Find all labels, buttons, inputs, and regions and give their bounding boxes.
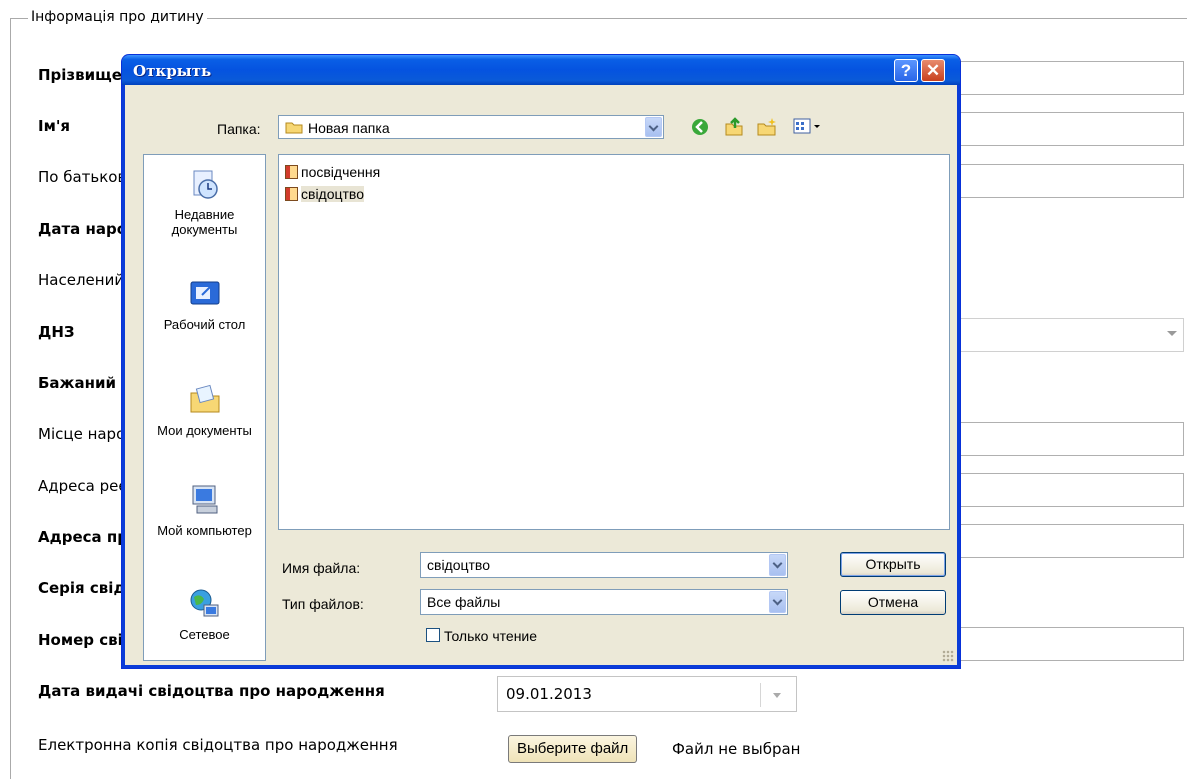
no-file-text: Файл не выбран — [672, 740, 801, 758]
chevron-down-icon[interactable] — [769, 554, 786, 576]
up-folder-icon[interactable] — [723, 116, 745, 138]
divider — [760, 683, 761, 707]
network-icon — [190, 589, 218, 617]
label-surname: Прізвище — [38, 66, 122, 84]
chevron-down-icon[interactable] — [773, 693, 781, 698]
place-my-computer-label: Мой компьютер — [157, 523, 252, 538]
filetype-value: Все файлы — [427, 594, 501, 610]
label-dnz: ДНЗ — [38, 323, 75, 341]
resize-grip[interactable] — [942, 650, 954, 662]
issue-date-input[interactable]: 09.01.2013 — [497, 676, 797, 712]
new-folder-icon[interactable] — [756, 116, 778, 138]
filetype-combo[interactable]: Все файлы — [420, 589, 788, 615]
places-bar: Недавние документы Рабочий стол Мои доку… — [143, 154, 266, 661]
open-file-dialog: Открыть ? ✕ Папка: Новая папка Недавние … — [121, 54, 961, 669]
filename-value: свідоцтво — [427, 557, 490, 573]
file-icon — [285, 187, 298, 201]
label-desired: Бажаний — [38, 374, 116, 392]
back-icon[interactable] — [690, 117, 710, 137]
file-icon — [285, 165, 298, 179]
chevron-down-icon[interactable] — [645, 117, 662, 137]
close-button[interactable]: ✕ — [921, 59, 945, 82]
choose-file-button[interactable]: Выберите файл — [508, 735, 638, 763]
place-desktop[interactable]: Рабочий стол — [144, 277, 265, 332]
file-list[interactable]: посвідчення свідоцтво — [278, 154, 950, 530]
folder-icon — [285, 122, 303, 134]
list-item[interactable]: посвідчення — [285, 163, 380, 181]
place-desktop-label: Рабочий стол — [163, 317, 246, 332]
my-documents-icon — [190, 384, 219, 413]
desktop-icon — [190, 281, 219, 305]
help-button[interactable]: ? — [894, 59, 918, 82]
place-network-label: Сетевое — [179, 627, 230, 642]
chevron-down-icon[interactable] — [769, 591, 786, 613]
place-my-computer[interactable]: Мой компьютер — [144, 483, 265, 538]
label-name: Ім'я — [38, 117, 71, 135]
fieldset-legend: Інформація про дитину — [28, 9, 207, 25]
open-button[interactable]: Открыть — [840, 552, 946, 577]
view-menu-icon[interactable] — [793, 118, 825, 136]
file-name: свідоцтво — [301, 186, 364, 202]
chevron-down-icon — [1167, 331, 1177, 336]
list-item[interactable]: свідоцтво — [285, 185, 364, 203]
folder-value: Новая папка — [308, 120, 390, 136]
readonly-label: Только чтение — [444, 628, 538, 644]
label-electronic-copy: Електронна копія свідоцтва про народженн… — [38, 736, 398, 754]
folder-label: Папка: — [217, 121, 261, 137]
dialog-titlebar[interactable]: Открыть ? ✕ — [122, 55, 960, 85]
label-patronymic: По батькові — [38, 168, 131, 186]
filename-label: Имя файла: — [282, 560, 361, 576]
place-my-documents[interactable]: Мои документы — [144, 383, 265, 438]
file-name: посвідчення — [301, 164, 381, 180]
place-recent-label: Недавние документы — [171, 207, 238, 237]
folder-combo[interactable]: Новая папка — [278, 115, 664, 139]
place-my-documents-label: Мои документы — [157, 423, 252, 438]
readonly-checkbox[interactable] — [426, 628, 440, 642]
dialog-title: Открыть — [133, 62, 212, 80]
cancel-button[interactable]: Отмена — [840, 590, 946, 615]
my-computer-icon — [192, 485, 217, 514]
filetype-label: Тип файлов: — [282, 596, 364, 612]
place-network[interactable]: Сетевое — [144, 587, 265, 642]
label-issue-date: Дата видачі свідоцтва про народження — [38, 682, 385, 700]
place-recent[interactable]: Недавние документы — [144, 167, 265, 237]
issue-date-value: 09.01.2013 — [506, 685, 592, 703]
recent-documents-icon — [193, 170, 218, 199]
filename-combo[interactable]: свідоцтво — [420, 552, 788, 578]
